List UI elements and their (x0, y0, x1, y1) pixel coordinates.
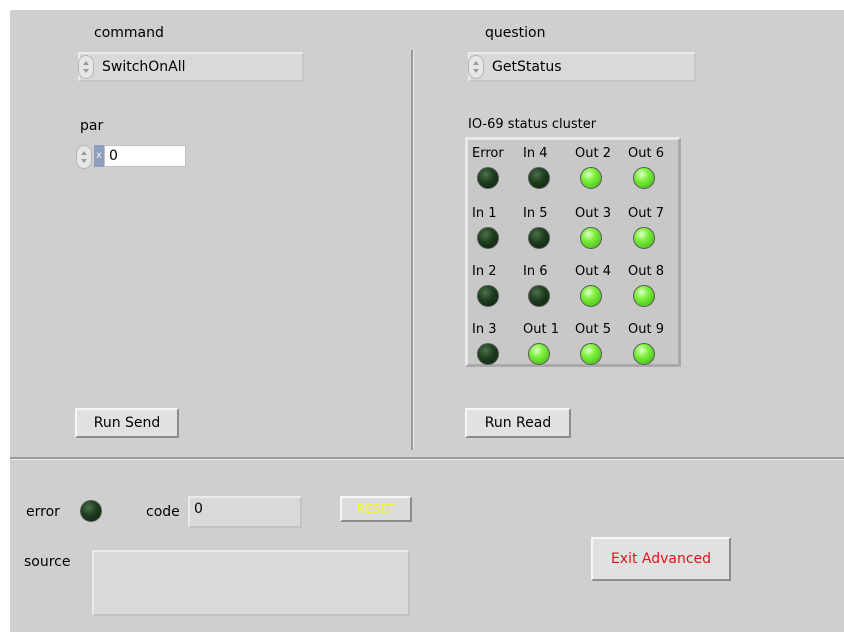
status-led (528, 285, 550, 307)
radix-indicator[interactable]: x (94, 145, 104, 167)
indicator-label: Out 1 (523, 322, 559, 337)
source-label: source (24, 554, 71, 570)
run-send-button[interactable]: Run Send (75, 408, 179, 438)
par-label: par (80, 118, 104, 134)
indicator-label: In 2 (472, 264, 497, 279)
error-label: error (26, 504, 60, 520)
indicator-label: Out 7 (628, 206, 664, 221)
status-led (633, 285, 655, 307)
indicator-label: Out 6 (628, 146, 664, 161)
status-led (580, 285, 602, 307)
status-led (477, 285, 499, 307)
indicator-label: Out 2 (575, 146, 611, 161)
command-increment-decrement-icon[interactable] (78, 55, 94, 79)
status-led (633, 343, 655, 365)
indicator-label: In 6 (523, 264, 548, 279)
question-label: question (485, 25, 546, 41)
io-69-status-cluster: Error In 4 Out 2 Out 6 In 1 In 5 Out 3 Out 7 In … (465, 137, 681, 367)
status-led (580, 343, 602, 365)
status-led (477, 343, 499, 365)
indicator-label: Out 3 (575, 206, 611, 221)
code-field[interactable]: 0 (188, 496, 302, 528)
command-ring[interactable]: SwitchOnAll (78, 52, 304, 82)
horizontal-divider (10, 457, 844, 460)
indicator-label: Error (472, 146, 504, 161)
status-led (528, 343, 550, 365)
par-increment-decrement-icon[interactable] (76, 145, 92, 169)
indicator-label: In 1 (472, 206, 497, 221)
cluster-label: IO-69 status cluster (468, 117, 597, 132)
status-led (477, 167, 499, 189)
status-led (580, 227, 602, 249)
command-label: command (94, 25, 164, 41)
code-label: code (146, 504, 180, 520)
status-led (633, 227, 655, 249)
indicator-label: Out 8 (628, 264, 664, 279)
front-panel: command SwitchOnAll par x 0 Run Send que… (10, 10, 844, 632)
indicator-label: In 5 (523, 206, 548, 221)
indicator-label: In 3 (472, 322, 497, 337)
reset-button[interactable]: RESET (340, 496, 412, 522)
status-led (477, 227, 499, 249)
indicator-label: Out 9 (628, 322, 664, 337)
indicator-label: Out 4 (575, 264, 611, 279)
question-ring[interactable]: GetStatus (468, 52, 696, 82)
vertical-divider (411, 50, 414, 450)
indicator-label: In 4 (523, 146, 548, 161)
source-field[interactable] (92, 550, 410, 616)
status-led (633, 167, 655, 189)
status-led (528, 227, 550, 249)
indicator-label: Out 5 (575, 322, 611, 337)
exit-advanced-button[interactable]: Exit Advanced (591, 537, 731, 581)
question-value: GetStatus (492, 59, 562, 75)
par-value-field[interactable]: 0 (104, 145, 186, 167)
question-increment-decrement-icon[interactable] (468, 55, 484, 79)
status-led (528, 167, 550, 189)
status-led (580, 167, 602, 189)
par-numeric-control[interactable]: x 0 (76, 142, 186, 172)
command-value: SwitchOnAll (102, 59, 186, 75)
run-read-button[interactable]: Run Read (465, 408, 571, 438)
error-led (80, 500, 102, 522)
